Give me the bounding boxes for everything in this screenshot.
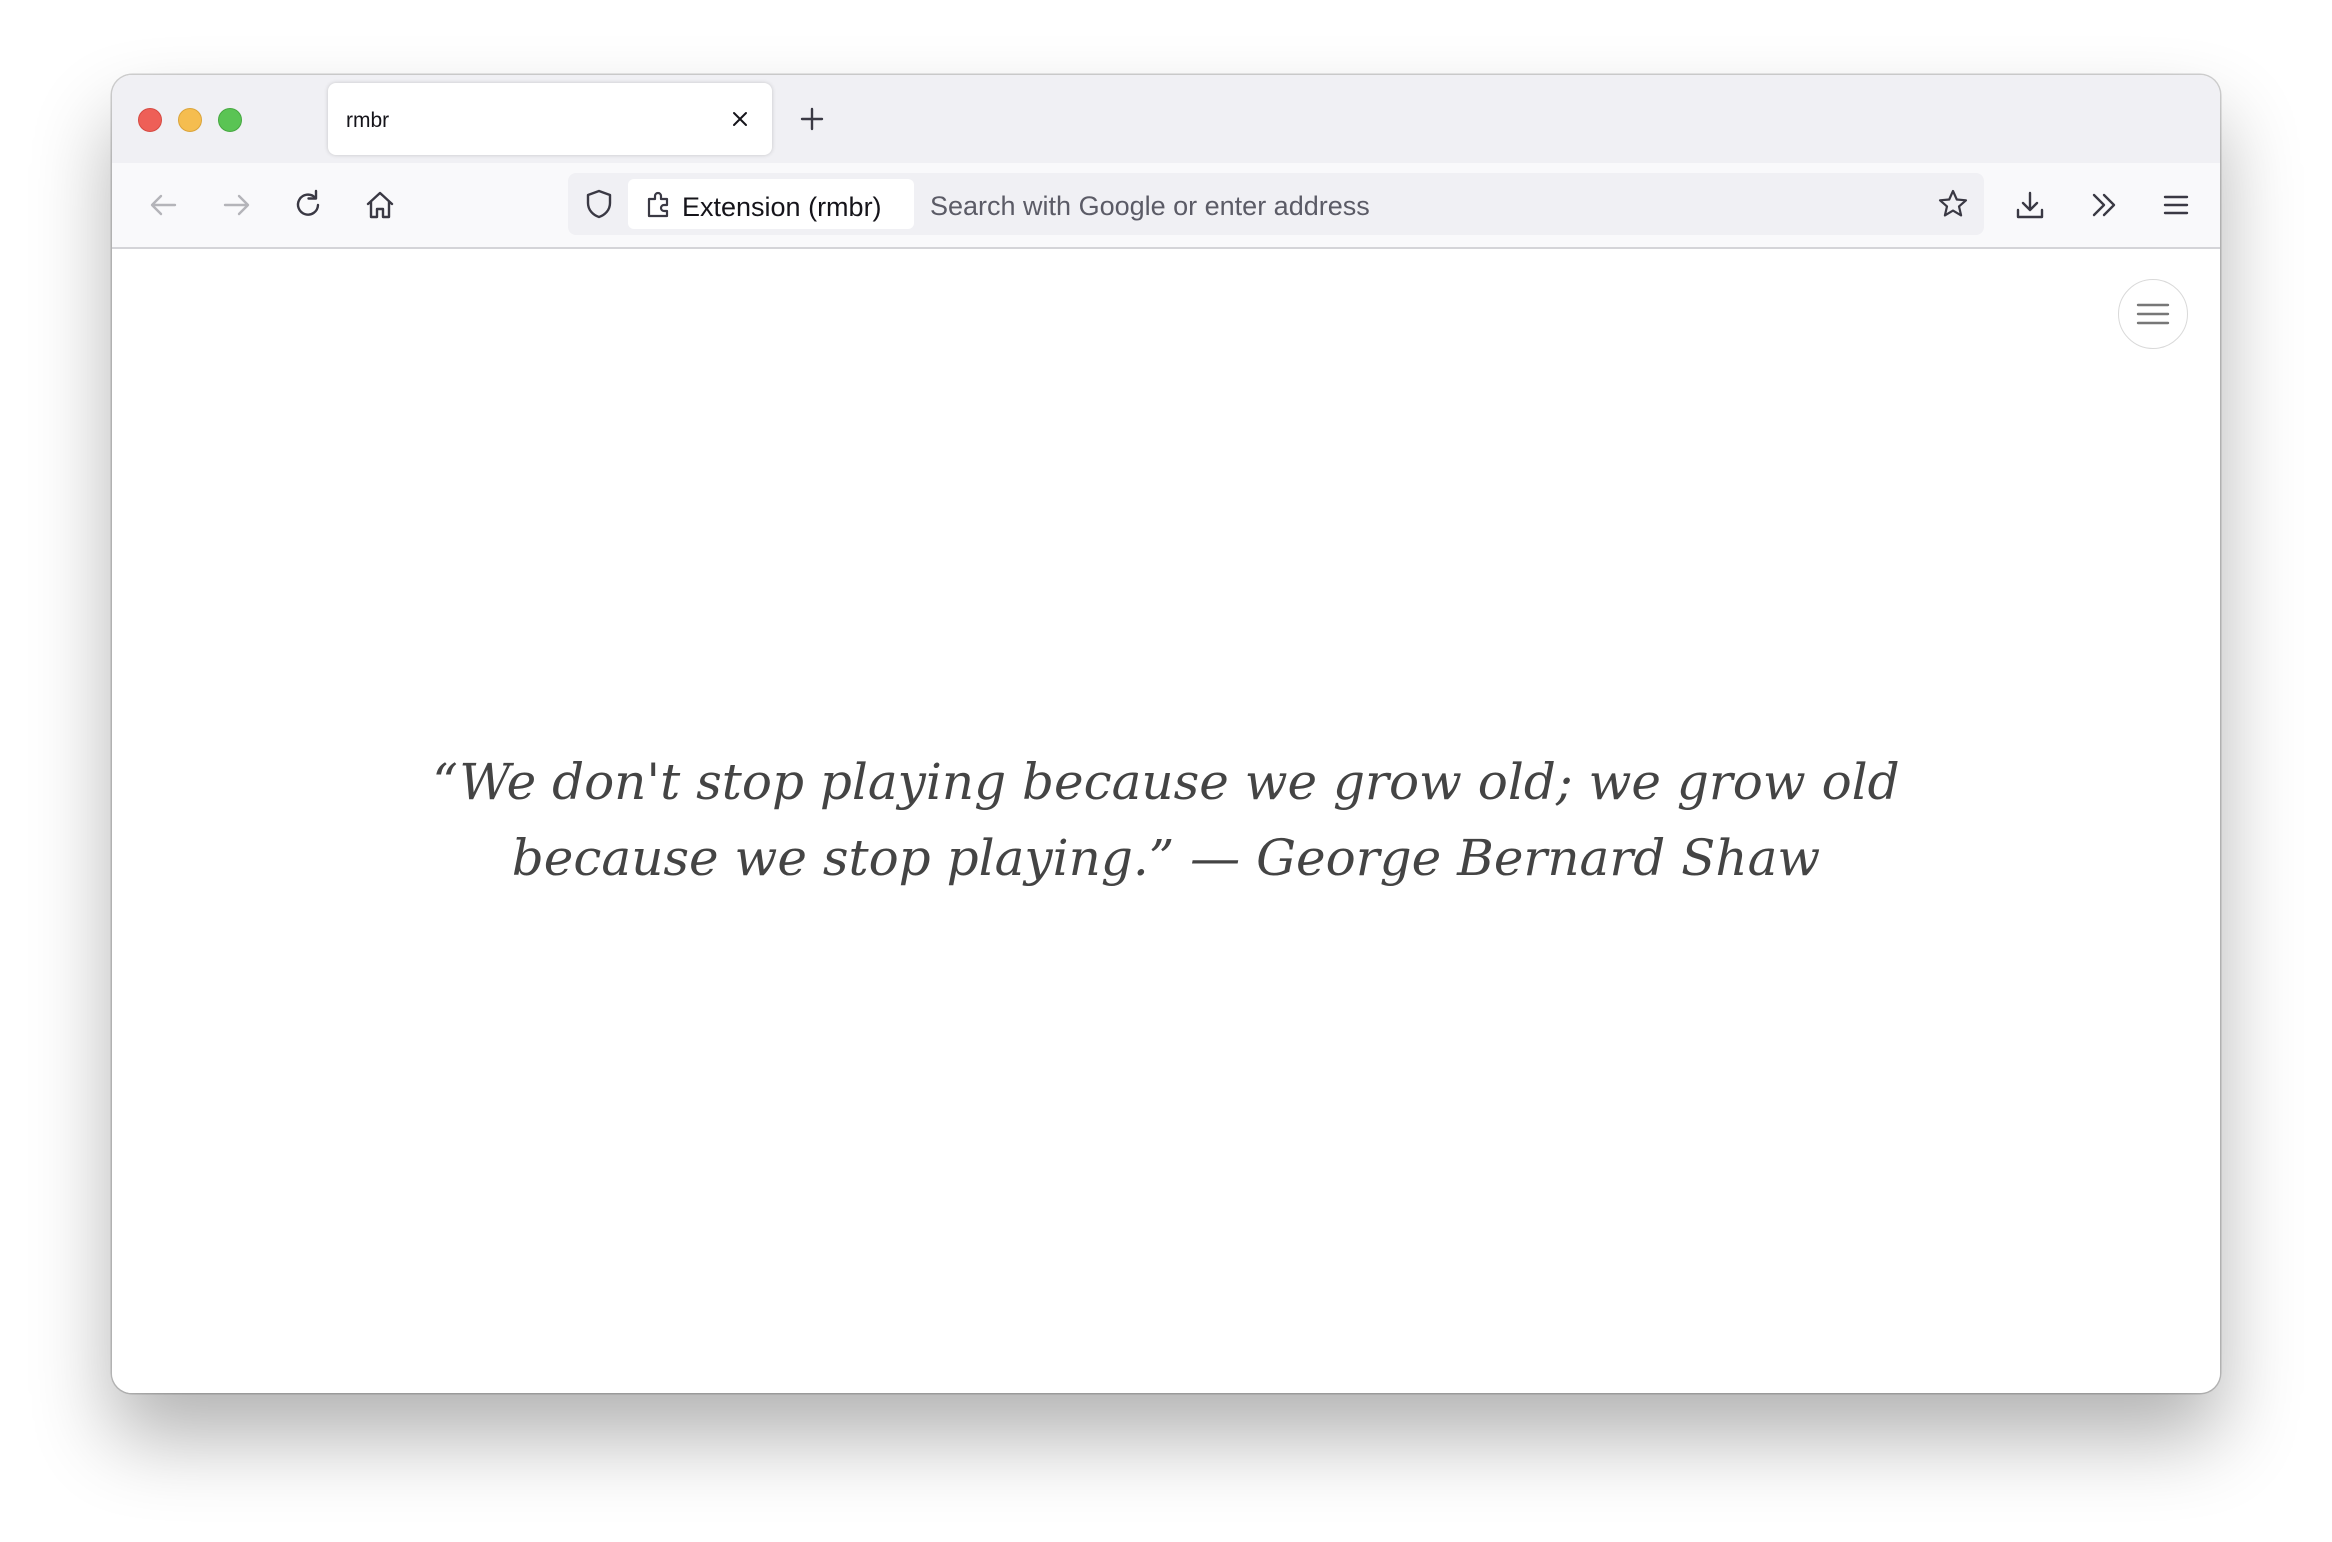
close-window-button[interactable] — [138, 108, 162, 132]
back-button[interactable] — [144, 185, 184, 225]
zoom-window-button[interactable] — [218, 108, 242, 132]
plus-icon — [800, 107, 824, 131]
arrow-left-icon — [150, 194, 177, 216]
bookmark-star-icon[interactable] — [1936, 187, 1970, 221]
page-menu-button[interactable] — [2118, 279, 2188, 349]
downloads-button[interactable] — [2010, 185, 2050, 225]
browser-window: rmbr Extension (rmbr) Search with Google… — [112, 75, 2220, 1393]
identity-box[interactable]: Extension (rmbr) — [628, 179, 914, 229]
reload-button[interactable] — [288, 185, 328, 225]
address-input[interactable]: Search with Google or enter address — [930, 191, 1370, 222]
url-bar[interactable]: Extension (rmbr) Search with Google or e… — [568, 173, 1984, 235]
tab-title: rmbr — [346, 109, 390, 132]
tab-rmbr[interactable]: rmbr — [328, 83, 772, 155]
puzzle-piece-icon — [644, 189, 674, 219]
identity-label: Extension (rmbr) — [682, 192, 882, 222]
shield-icon[interactable] — [582, 187, 616, 221]
minimize-window-button[interactable] — [178, 108, 202, 132]
quote-text: “We don't stop playing because we grow o… — [432, 753, 1900, 887]
home-icon — [366, 191, 394, 219]
close-icon[interactable] — [728, 107, 752, 131]
app-menu-button[interactable] — [2156, 185, 2196, 225]
chevron-double-right-icon — [2092, 193, 2116, 217]
forward-button[interactable] — [216, 185, 256, 225]
home-button[interactable] — [360, 185, 400, 225]
reload-icon — [296, 189, 320, 216]
tab-strip: rmbr — [112, 75, 2220, 163]
page-content: “We don't stop playing because we grow o… — [112, 249, 2220, 1393]
hamburger-icon — [2136, 303, 2170, 325]
new-tab-button[interactable] — [796, 103, 828, 135]
arrow-right-icon — [223, 194, 250, 216]
hamburger-icon — [2163, 195, 2189, 215]
navigation-toolbar: Extension (rmbr) Search with Google or e… — [112, 163, 2220, 249]
download-icon — [2016, 191, 2044, 219]
overflow-button[interactable] — [2084, 185, 2124, 225]
